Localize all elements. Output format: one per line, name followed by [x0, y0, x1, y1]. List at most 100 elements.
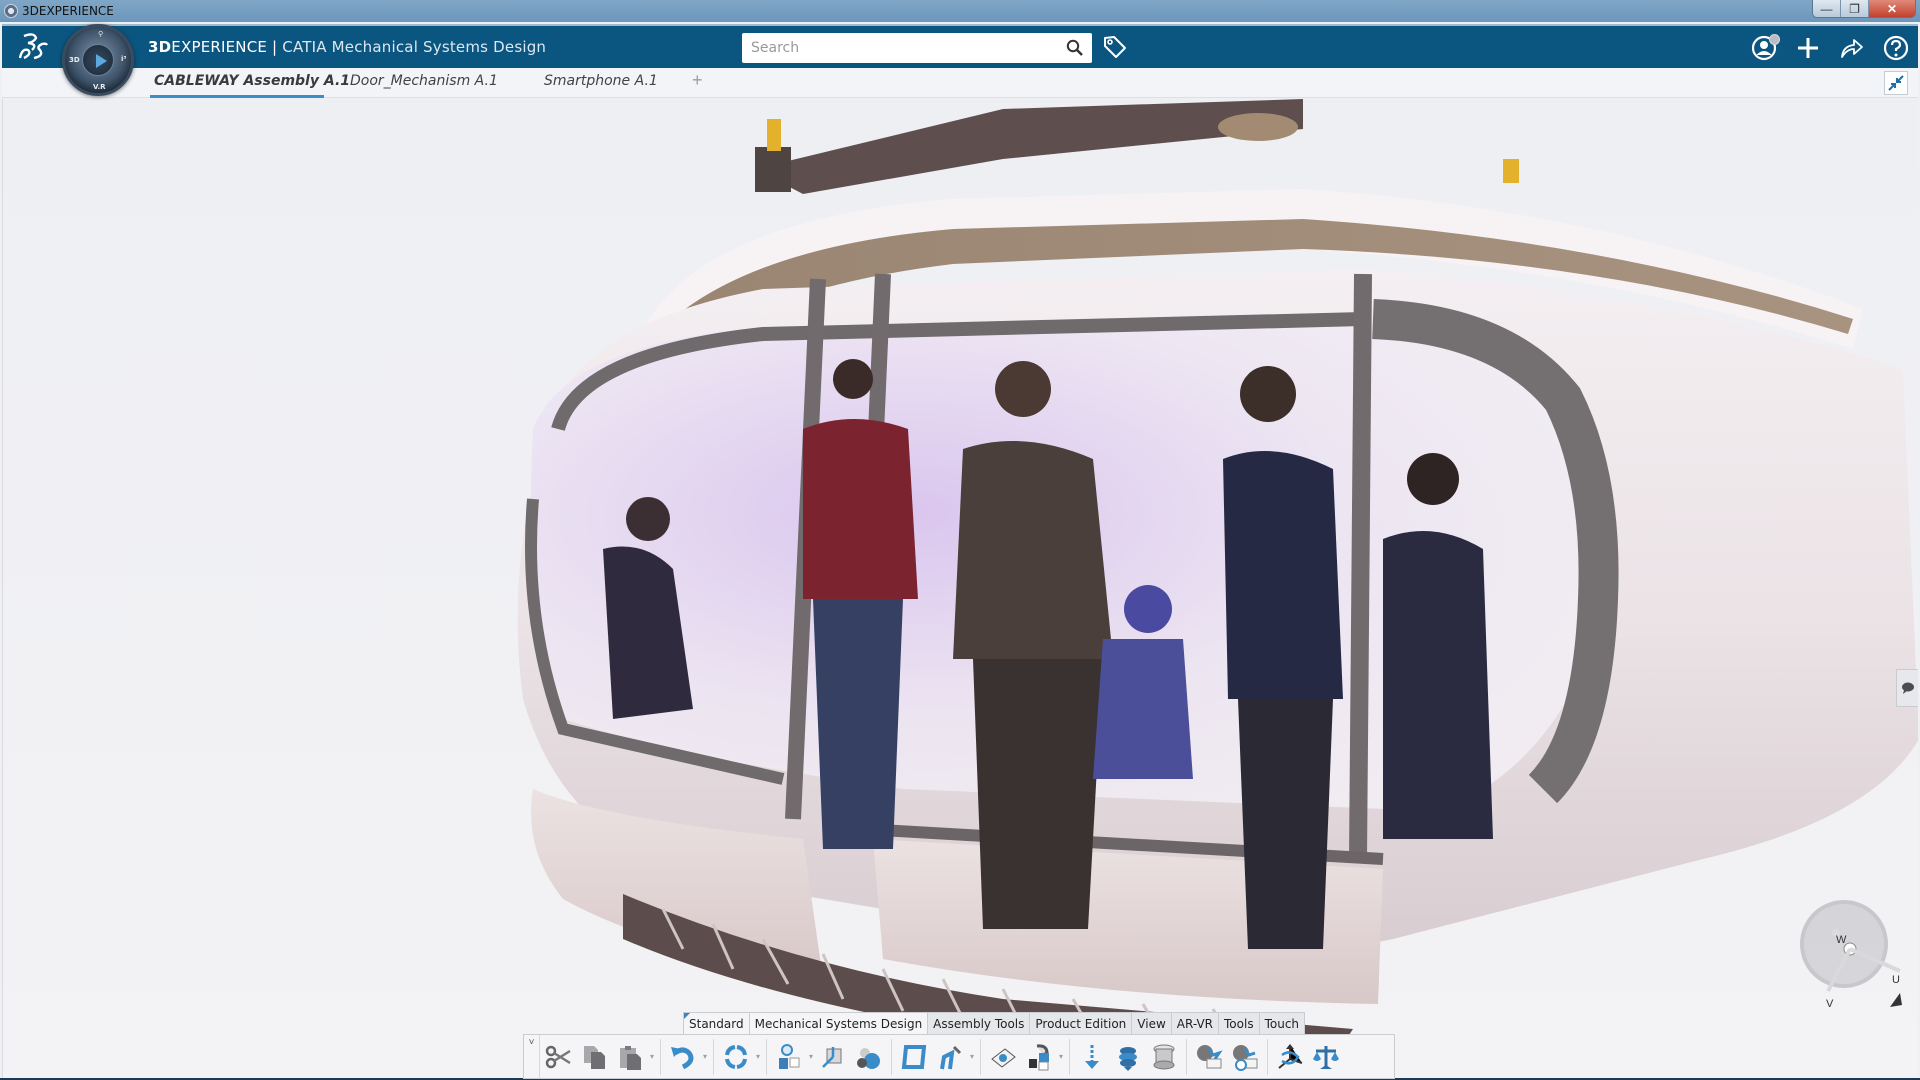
contact-button[interactable]: [1193, 1039, 1225, 1075]
close-button[interactable]: ✕: [1869, 0, 1915, 17]
tag-icon[interactable]: [1102, 34, 1128, 60]
undo-icon: [671, 1046, 694, 1069]
roof-damper-left: [755, 147, 791, 192]
joint-button[interactable]: [934, 1039, 966, 1075]
mechanism-button[interactable]: [898, 1039, 930, 1075]
section-tab-tools[interactable]: Tools: [1219, 1013, 1260, 1034]
axis-v-label: V: [1826, 998, 1834, 1009]
brand-rest: EXPERIENCE: [171, 38, 268, 56]
separator: [1267, 1038, 1268, 1075]
brand-bold: 3D: [148, 38, 172, 56]
copy-button[interactable]: [578, 1039, 610, 1075]
contact-exclude-icon: [1233, 1044, 1258, 1071]
bushing-button[interactable]: [1148, 1039, 1180, 1075]
spring-button[interactable]: [1112, 1039, 1144, 1075]
corner-arrow-icon: [1890, 993, 1902, 1007]
balance-button[interactable]: [1310, 1039, 1342, 1075]
section-tab-product-edition[interactable]: Product Edition: [1030, 1013, 1133, 1034]
action-bar-collapse-button[interactable]: ˅: [524, 1034, 540, 1079]
search-field[interactable]: [742, 33, 1092, 63]
help-icon: [1883, 35, 1909, 61]
3d-viewport[interactable]: W U V: [2, 99, 1918, 1078]
app-name: CATIA Mechanical Systems Design: [282, 38, 547, 56]
bushing-icon: [1153, 1044, 1175, 1069]
update-dropdown[interactable]: ▾: [754, 1052, 762, 1061]
clash-button[interactable]: [987, 1039, 1019, 1075]
copy-icon: [584, 1045, 605, 1069]
cableway-cabin-model[interactable]: [3, 99, 1918, 1078]
section-tab-assembly-tools[interactable]: Assembly Tools: [928, 1013, 1031, 1034]
add-icon: [1798, 38, 1818, 58]
collapse-icon: [1888, 75, 1904, 91]
action-bar-section-tabs: Standard Mechanical Systems Design Assem…: [683, 1012, 1306, 1034]
share-icon: [1841, 39, 1863, 58]
axis-system-button[interactable]: [1274, 1039, 1306, 1075]
ds-logo-icon[interactable]: [16, 30, 50, 64]
compass-top-label: ⚲: [98, 30, 104, 38]
paste-button[interactable]: [614, 1039, 646, 1075]
section-tab-ar-vr[interactable]: AR-VR: [1172, 1013, 1220, 1034]
collapse-view-button[interactable]: [1884, 71, 1908, 95]
update-icon: [725, 1044, 747, 1069]
add-tab-button[interactable]: +: [692, 70, 703, 91]
separator: [1186, 1038, 1187, 1075]
separator: [766, 1038, 767, 1075]
minimize-button[interactable]: —: [1813, 0, 1841, 17]
window-titlebar: 3DEXPERIENCE — ❐ ✕: [0, 0, 1920, 22]
search-icon[interactable]: [1066, 39, 1084, 57]
manipulate-button[interactable]: [817, 1039, 849, 1075]
robot-icon: [1029, 1043, 1049, 1070]
update-button[interactable]: [720, 1039, 752, 1075]
tab-cableway-assembly[interactable]: CABLEWAY Assembly A.1: [150, 73, 350, 98]
contact-exclude-button[interactable]: [1229, 1039, 1261, 1075]
cut-button[interactable]: [542, 1039, 574, 1075]
balance-icon: [1313, 1045, 1339, 1069]
axis-w-label: W: [1836, 934, 1847, 946]
compass-vr-label[interactable]: V.R: [93, 83, 106, 91]
section-tab-touch[interactable]: Touch: [1260, 1013, 1304, 1034]
add-button[interactable]: [1786, 26, 1830, 70]
engineering-connection-button[interactable]: [773, 1039, 805, 1075]
robot-dropdown[interactable]: ▾: [1057, 1052, 1065, 1061]
spring-icon: [1119, 1046, 1137, 1071]
paste-icon: [620, 1045, 641, 1070]
separator: [1069, 1038, 1070, 1075]
undo-dropdown[interactable]: ▾: [701, 1052, 709, 1061]
top-right-toolbar: [1742, 26, 1918, 70]
section-tab-standard[interactable]: Standard: [684, 1013, 750, 1034]
engineering-connection-dropdown[interactable]: ▾: [807, 1052, 815, 1061]
play-icon: [94, 52, 108, 70]
user-profile-button[interactable]: [1742, 26, 1786, 70]
side-panel-handle[interactable]: [1896, 669, 1918, 707]
cut-icon: [545, 1045, 571, 1068]
gravity-button[interactable]: [1076, 1039, 1108, 1075]
undo-button[interactable]: [667, 1039, 699, 1075]
separator: [713, 1038, 714, 1075]
share-button[interactable]: [1830, 26, 1874, 70]
top-bar: 3DEXPERIENCE | CATIA Mechanical Systems …: [2, 24, 1918, 68]
window-controls: — ❐ ✕: [1812, 0, 1916, 18]
section-tab-view[interactable]: View: [1132, 1013, 1172, 1034]
compass-play-button[interactable]: [82, 44, 114, 76]
assembly-spheres-icon: [857, 1047, 880, 1069]
orientation-triad[interactable]: W U V: [1792, 889, 1902, 1009]
app-title: 3DEXPERIENCE | CATIA Mechanical Systems …: [148, 38, 546, 56]
compass-i3-label[interactable]: i³: [121, 55, 126, 63]
compass-3d-label[interactable]: 3D: [69, 56, 80, 64]
joint-icon: [940, 1045, 962, 1069]
separator: [980, 1038, 981, 1075]
tab-door-mechanism[interactable]: Door_Mechanism A.1: [350, 73, 498, 98]
robot-button[interactable]: [1023, 1039, 1055, 1075]
tab-smartphone[interactable]: Smartphone A.1: [544, 73, 658, 98]
action-bar: ˅ ▾ ▾ ▾ ▾ ▾ ▾: [523, 1034, 1395, 1079]
joint-dropdown[interactable]: ▾: [968, 1052, 976, 1061]
search-input[interactable]: [742, 33, 1042, 63]
paste-dropdown[interactable]: ▾: [648, 1052, 656, 1061]
section-tab-mechanical-systems-design[interactable]: Mechanical Systems Design: [749, 1013, 929, 1034]
assembly-spheres-button[interactable]: [853, 1039, 885, 1075]
clash-icon: [991, 1047, 1016, 1068]
gravity-icon: [1085, 1044, 1099, 1069]
maximize-button[interactable]: ❐: [1841, 0, 1869, 17]
3d-compass-widget[interactable]: ⚲ 3D i³ V.R: [62, 24, 134, 96]
help-button[interactable]: [1874, 26, 1918, 70]
